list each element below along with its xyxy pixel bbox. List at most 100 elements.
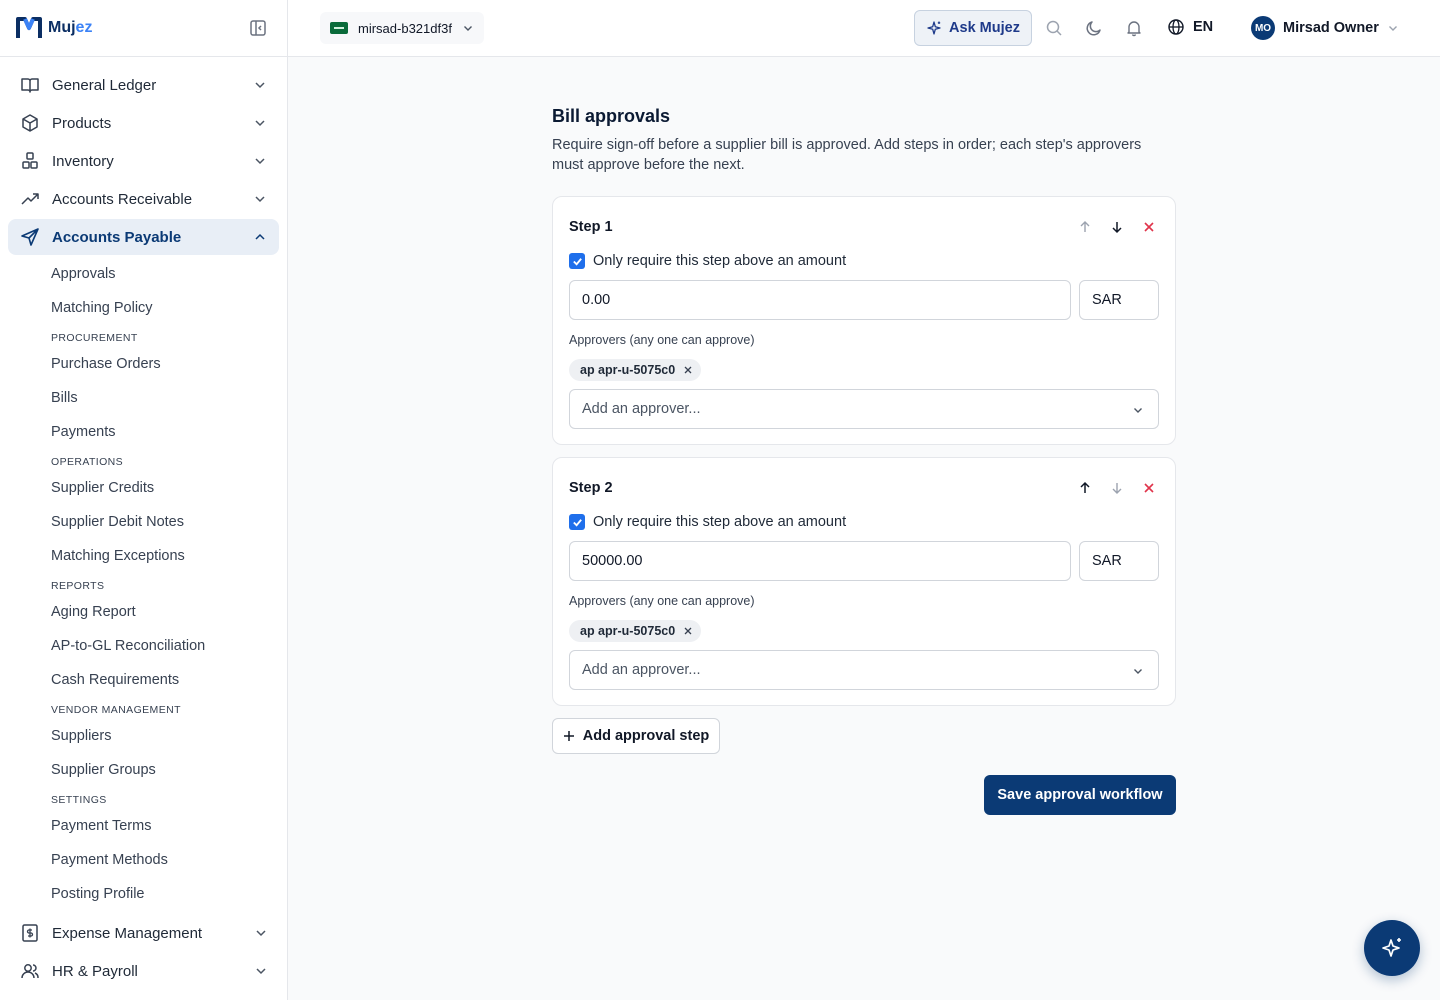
mujez-logo-icon xyxy=(16,17,42,38)
approver-chip-label: ap apr-u-5075c0 xyxy=(580,363,676,377)
sparkles-icon xyxy=(927,21,941,35)
currency-field[interactable]: SAR xyxy=(1079,541,1159,581)
plus-icon xyxy=(563,731,574,741)
sidebar-item-accounts-receivable[interactable]: Accounts Receivable xyxy=(8,181,279,217)
threshold-checkbox[interactable] xyxy=(569,253,585,269)
sidebar-nav: General Ledger Products Inventory Accoun… xyxy=(0,57,287,911)
sidebar-subitem-ap-gl-reconciliation[interactable]: AP-to-GL Reconciliation xyxy=(51,629,287,663)
topbar: mirsad-b321df3f Ask Mujez EN MO Mirsad O… xyxy=(288,0,1440,57)
tenant-switcher[interactable]: mirsad-b321df3f xyxy=(320,12,484,44)
sidebar-item-label: General Ledger xyxy=(52,76,157,94)
close-icon xyxy=(1144,222,1154,232)
brand: Mujez xyxy=(0,0,287,57)
remove-step-button[interactable] xyxy=(1139,217,1159,237)
step-actions xyxy=(1063,217,1159,237)
move-up-button[interactable] xyxy=(1075,478,1095,498)
approval-step-2: Step 2 Only require this step above an a… xyxy=(552,457,1176,706)
sidebar-subitem-payments[interactable]: Payments xyxy=(51,415,287,449)
sidebar-subitem-payment-terms[interactable]: Payment Terms xyxy=(51,809,287,843)
sidebar-subitem-matching-policy[interactable]: Matching Policy xyxy=(51,291,287,325)
brand-name: Mujez xyxy=(48,19,92,37)
user-menu[interactable]: MO Mirsad Owner xyxy=(1251,16,1399,40)
saudi-flag-icon xyxy=(330,22,348,34)
add-approver-placeholder: Add an approver... xyxy=(582,401,701,417)
language-code: EN xyxy=(1193,19,1214,35)
language-switcher[interactable]: EN xyxy=(1167,18,1213,36)
sidebar-subitem-payment-methods[interactable]: Payment Methods xyxy=(51,843,287,877)
sidebar-nav-bottom: Expense Management HR & Payroll xyxy=(0,915,288,991)
sidebar-subitem-approvals[interactable]: Approvals xyxy=(51,257,287,291)
bell-icon[interactable] xyxy=(1125,19,1143,37)
chevron-down-icon xyxy=(1388,26,1397,31)
approvers-label: Approvers (any one can approve) xyxy=(569,333,755,347)
sidebar-collapse-icon[interactable] xyxy=(249,19,267,37)
sidebar-subitem-suppliers[interactable]: Suppliers xyxy=(51,719,287,753)
chevron-down-icon xyxy=(255,82,265,89)
sidebar-subitem-supplier-debit-notes[interactable]: Supplier Debit Notes xyxy=(51,505,287,539)
chevron-down-icon xyxy=(256,968,266,975)
sidebar-item-inventory[interactable]: Inventory xyxy=(8,143,279,179)
package-icon xyxy=(20,113,40,133)
send-icon xyxy=(20,227,40,247)
remove-approver-icon[interactable] xyxy=(683,626,693,636)
sidebar-subitem-posting-profile[interactable]: Posting Profile xyxy=(51,877,287,911)
sidebar-subitem-aging-report[interactable]: Aging Report xyxy=(51,595,287,629)
sidebar-subitem-supplier-groups[interactable]: Supplier Groups xyxy=(51,753,287,787)
add-approver-select[interactable]: Add an approver... xyxy=(569,389,1159,429)
threshold-toggle[interactable]: Only require this step above an amount xyxy=(569,249,1159,273)
page-description: Require sign-off before a supplier bill … xyxy=(552,137,1142,173)
remove-approver-icon[interactable] xyxy=(683,365,693,375)
accounts-payable-submenu: Approvals Matching Policy PROCUREMENT Pu… xyxy=(51,257,287,911)
currency-field[interactable]: SAR xyxy=(1079,280,1159,320)
main-content: Bill approvals Require sign-off before a… xyxy=(552,106,1176,815)
sidebar-item-label: Accounts Receivable xyxy=(52,190,193,208)
chevron-down-icon xyxy=(256,930,266,937)
sidebar-item-hr-payroll[interactable]: HR & Payroll xyxy=(8,953,280,989)
ai-assistant-fab[interactable] xyxy=(1364,920,1420,976)
threshold-toggle[interactable]: Only require this step above an amount xyxy=(569,510,1159,534)
approver-chip: ap apr-u-5075c0 xyxy=(569,359,702,381)
sidebar-subitem-bills[interactable]: Bills xyxy=(51,381,287,415)
add-approver-select[interactable]: Add an approver... xyxy=(569,650,1159,690)
move-up-button[interactable] xyxy=(1075,217,1095,237)
sidebar-subitem-matching-exceptions[interactable]: Matching Exceptions xyxy=(51,539,287,573)
threshold-label: Only require this step above an amount xyxy=(593,253,847,269)
arrow-down-icon xyxy=(1112,483,1122,494)
approvers-label: Approvers (any one can approve) xyxy=(569,594,755,608)
chevron-down-icon xyxy=(1134,408,1142,413)
receipt-dollar-icon xyxy=(20,923,40,943)
chevron-down-icon xyxy=(255,120,265,127)
sidebar-subitem-cash-requirements[interactable]: Cash Requirements xyxy=(51,663,287,697)
arrow-up-icon xyxy=(1080,221,1090,232)
sidebar-item-label: Inventory xyxy=(52,152,114,170)
move-down-button[interactable] xyxy=(1107,478,1127,498)
arrow-down-icon xyxy=(1112,222,1122,234)
amount-input[interactable] xyxy=(569,541,1071,581)
sidebar-subitem-supplier-credits[interactable]: Supplier Credits xyxy=(51,471,287,505)
close-icon xyxy=(1144,483,1154,493)
users-icon xyxy=(20,961,40,981)
threshold-checkbox[interactable] xyxy=(569,514,585,530)
search-icon[interactable] xyxy=(1045,19,1063,37)
brand-name-prefix: Muj xyxy=(48,19,76,36)
sidebar-item-products[interactable]: Products xyxy=(8,105,279,141)
threshold-label: Only require this step above an amount xyxy=(593,514,847,530)
trending-up-icon xyxy=(20,189,40,209)
approval-step-1: Step 1 Only require this step above an a… xyxy=(552,196,1176,445)
move-down-button[interactable] xyxy=(1107,217,1127,237)
amount-input[interactable] xyxy=(569,280,1071,320)
sidebar-item-accounts-payable[interactable]: Accounts Payable xyxy=(8,219,279,255)
section-label-procurement: PROCUREMENT xyxy=(51,332,138,344)
sidebar-subitem-purchase-orders[interactable]: Purchase Orders xyxy=(51,347,287,381)
check-icon xyxy=(572,257,582,266)
add-approval-step-button[interactable]: Add approval step xyxy=(552,718,720,754)
sidebar-item-expense-management[interactable]: Expense Management xyxy=(8,915,280,951)
boxes-icon xyxy=(20,151,40,171)
remove-step-button[interactable] xyxy=(1139,478,1159,498)
sidebar: Mujez General Ledger Products Inventory … xyxy=(0,0,288,1000)
save-approval-workflow-button[interactable]: Save approval workflow xyxy=(984,775,1176,815)
ask-mujez-button[interactable]: Ask Mujez xyxy=(914,10,1032,46)
moon-icon[interactable] xyxy=(1085,19,1103,37)
sidebar-item-general-ledger[interactable]: General Ledger xyxy=(8,67,279,103)
sidebar-item-label: Products xyxy=(52,114,112,132)
